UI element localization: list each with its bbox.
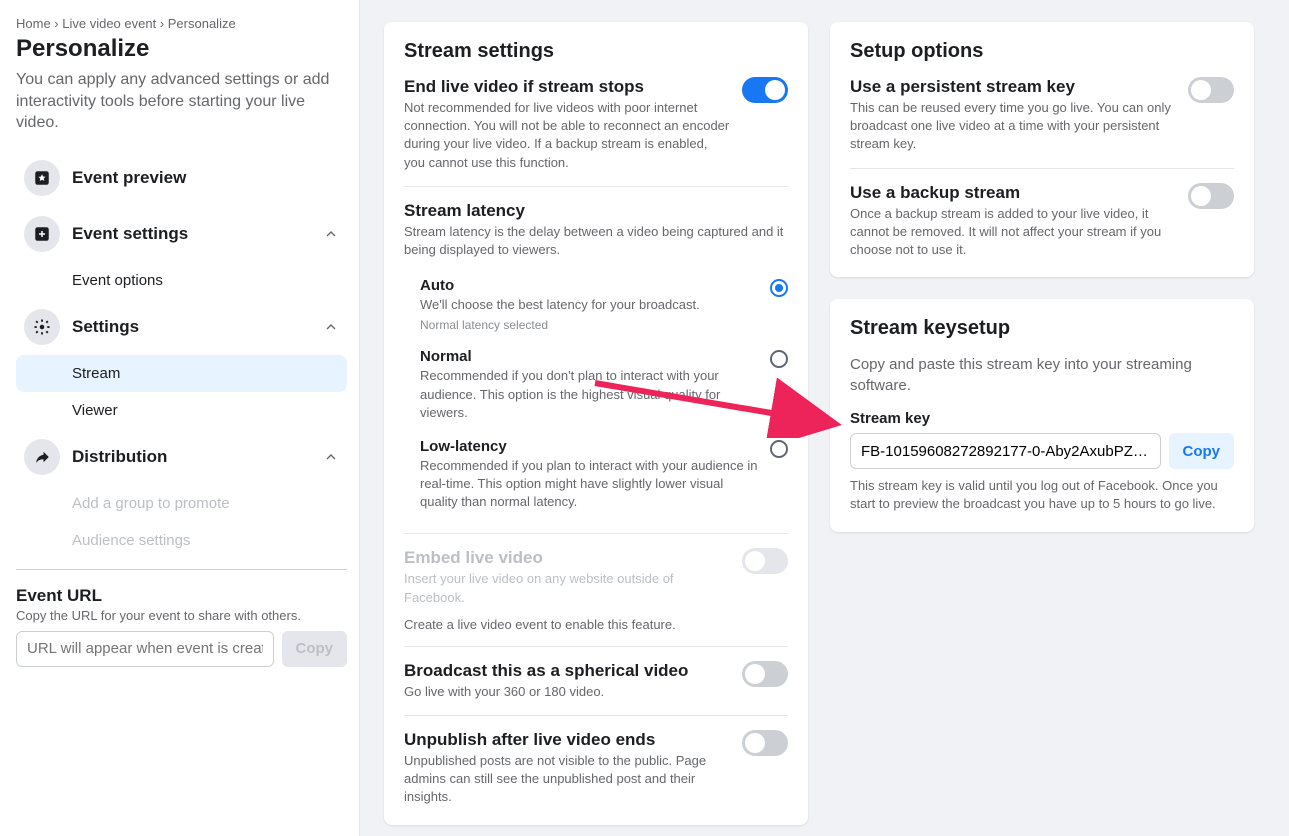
persistent-toggle[interactable] bbox=[1188, 77, 1234, 103]
breadcrumb-page: Personalize bbox=[168, 16, 236, 31]
setup-options-card: Setup options Use a persistent stream ke… bbox=[830, 22, 1254, 277]
plus-box-icon bbox=[24, 216, 60, 252]
gear-icon bbox=[24, 309, 60, 345]
stream-key-desc: Copy and paste this stream key into your… bbox=[850, 354, 1234, 396]
end-stream-title: End live video if stream stops bbox=[404, 77, 730, 97]
embed-toggle bbox=[742, 548, 788, 574]
unpublish-desc: Unpublished posts are not visible to the… bbox=[404, 752, 730, 807]
share-icon bbox=[24, 439, 60, 475]
stream-key-title: Stream keysetup bbox=[850, 317, 1234, 340]
spherical-title: Broadcast this as a spherical video bbox=[404, 661, 730, 681]
star-icon bbox=[24, 160, 60, 196]
latency-auto-option[interactable]: Auto We'll choose the best latency for y… bbox=[404, 269, 788, 340]
event-url-title: Event URL bbox=[16, 586, 347, 606]
latency-desc: Stream latency is the delay between a vi… bbox=[404, 223, 788, 259]
nav-event-settings-group[interactable]: Event settings bbox=[16, 206, 347, 262]
event-url-desc: Copy the URL for your event to share wit… bbox=[16, 608, 347, 623]
event-url-input[interactable] bbox=[16, 631, 274, 667]
divider bbox=[16, 569, 347, 570]
stream-key-note: This stream key is valid until you log o… bbox=[850, 477, 1234, 513]
spherical-toggle[interactable] bbox=[742, 661, 788, 687]
stream-key-copy-button[interactable]: Copy bbox=[1169, 433, 1235, 469]
end-stream-desc: Not recommended for live videos with poo… bbox=[404, 99, 730, 172]
chevron-up-icon bbox=[323, 449, 339, 465]
page-title: Personalize bbox=[16, 35, 347, 63]
stream-key-input[interactable] bbox=[850, 433, 1161, 469]
end-stream-toggle[interactable] bbox=[742, 77, 788, 103]
latency-normal-option[interactable]: Normal Recommended if you don't plan to … bbox=[404, 340, 788, 430]
event-url-copy-button[interactable]: Copy bbox=[282, 631, 348, 667]
unpublish-title: Unpublish after live video ends bbox=[404, 730, 730, 750]
backup-toggle[interactable] bbox=[1188, 183, 1234, 209]
latency-low-option[interactable]: Low-latency Recommended if you plan to i… bbox=[404, 430, 788, 520]
stream-key-label: Stream key bbox=[850, 410, 1234, 427]
breadcrumb-home[interactable]: Home bbox=[16, 16, 51, 31]
unpublish-toggle[interactable] bbox=[742, 730, 788, 756]
nav-settings-group[interactable]: Settings bbox=[16, 299, 347, 355]
nav-event-options[interactable]: Event options bbox=[16, 262, 347, 299]
nav-event-preview[interactable]: Event preview bbox=[16, 150, 347, 206]
persistent-title: Use a persistent stream key bbox=[850, 77, 1176, 97]
nav-add-group[interactable]: Add a group to promote bbox=[16, 485, 347, 522]
latency-title: Stream latency bbox=[404, 201, 788, 221]
nav-distribution-group[interactable]: Distribution bbox=[16, 429, 347, 485]
nav-viewer[interactable]: Viewer bbox=[16, 392, 347, 429]
page-desc: You can apply any advanced settings or a… bbox=[16, 69, 347, 134]
embed-desc: Insert your live video on any website ou… bbox=[404, 570, 730, 606]
nav-stream[interactable]: Stream bbox=[16, 355, 347, 392]
backup-desc: Once a backup stream is added to your li… bbox=[850, 205, 1176, 260]
sidebar: Home › Live video event › Personalize Pe… bbox=[0, 0, 360, 836]
chevron-up-icon bbox=[323, 319, 339, 335]
spherical-desc: Go live with your 360 or 180 video. bbox=[404, 683, 730, 701]
stream-settings-title: Stream settings bbox=[404, 40, 788, 63]
latency-low-radio[interactable] bbox=[770, 440, 788, 458]
main: Stream settings End live video if stream… bbox=[360, 0, 1289, 836]
setup-options-title: Setup options bbox=[850, 40, 1234, 63]
backup-title: Use a backup stream bbox=[850, 183, 1176, 203]
breadcrumb: Home › Live video event › Personalize bbox=[16, 16, 347, 31]
nav-audience[interactable]: Audience settings bbox=[16, 522, 347, 559]
stream-settings-card: Stream settings End live video if stream… bbox=[384, 22, 808, 825]
stream-key-card: Stream keysetup Copy and paste this stre… bbox=[830, 299, 1254, 531]
embed-note: Create a live video event to enable this… bbox=[404, 617, 788, 632]
embed-title: Embed live video bbox=[404, 548, 730, 568]
breadcrumb-event[interactable]: Live video event bbox=[62, 16, 156, 31]
latency-auto-radio[interactable] bbox=[770, 279, 788, 297]
latency-normal-radio[interactable] bbox=[770, 350, 788, 368]
persistent-desc: This can be reused every time you go liv… bbox=[850, 99, 1176, 154]
chevron-up-icon bbox=[323, 226, 339, 242]
